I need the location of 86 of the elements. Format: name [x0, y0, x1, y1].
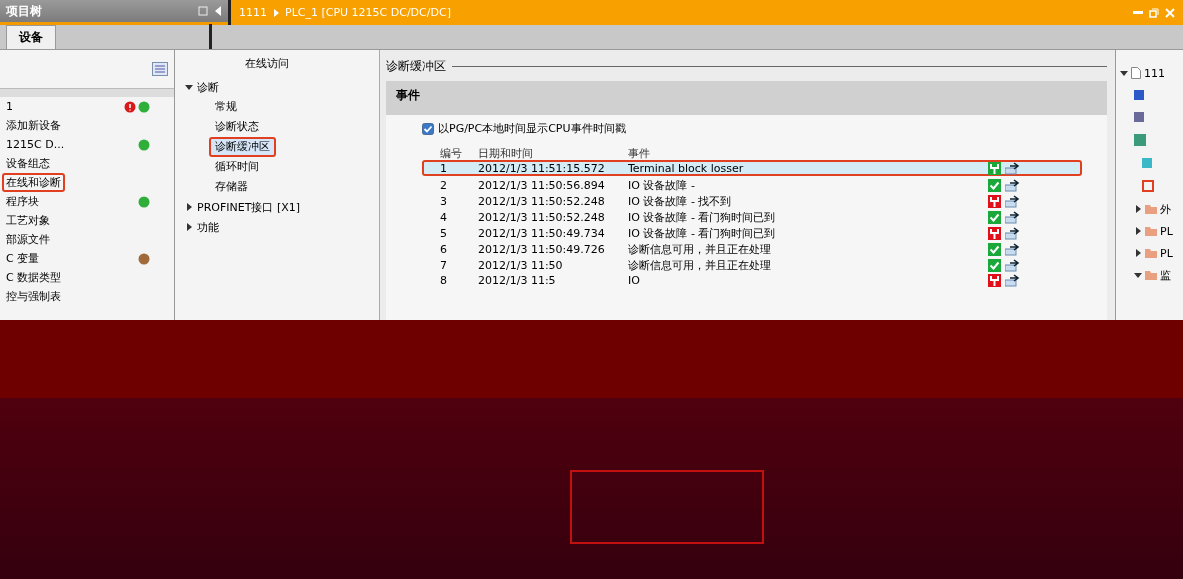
table-cell-text: 6: [440, 243, 448, 256]
tree-item[interactable]: C 数据类型: [2, 268, 66, 287]
minimize-icon: [1133, 11, 1143, 14]
collapse-icon: [214, 6, 222, 16]
arrow-icon: [1005, 162, 1021, 175]
table-cell-text: 诊断信息可用，并且正在处理: [628, 242, 772, 257]
table-cell-text: 2012/1/3 11:50: [478, 259, 564, 272]
nav-item[interactable]: 诊断状态: [209, 117, 265, 137]
chevron-right-icon: [273, 8, 279, 17]
event-row[interactable]: 1 2012/1/3 11:51:15.572 Terminal block losser: [422, 160, 1082, 176]
table-cell-text: 8: [440, 274, 448, 287]
table-cell-text: 2012/1/3 11:50:52.248: [478, 211, 606, 224]
table-cell-text: 诊断信息可用，并且正在处理: [628, 258, 772, 273]
checkbox-label: 以PG/PC本地时间显示CPU事件时间戳: [438, 121, 626, 136]
tree-item[interactable]: 设备组态: [2, 154, 54, 173]
folder-icon: [1145, 204, 1157, 214]
tree-item[interactable]: 外: [1160, 201, 1171, 217]
tree-item[interactable]: 1: [2, 97, 17, 116]
tree-item[interactable]: C 变量: [2, 249, 44, 268]
column-header: 日期和时间: [478, 146, 534, 161]
tree-item[interactable]: 在线和诊断: [2, 173, 65, 192]
arrow-icon: [1005, 179, 1021, 192]
document-icon: [1131, 67, 1141, 79]
folder-icon: [1145, 226, 1157, 236]
tree-item[interactable]: 工艺对象: [2, 211, 54, 230]
table-cell-text: 2012/1/3 11:51:15.572: [478, 162, 606, 175]
pin-icon: [198, 6, 208, 16]
table-cell-text: IO 设备故障 -: [628, 178, 696, 193]
table-cell-text: 1: [440, 162, 448, 175]
table-cell-text: 2012/1/3 11:50:49.734: [478, 227, 606, 240]
event-row[interactable]: 6 2012/1/3 11:50:49.726 诊断信息可用，并且正在处理: [422, 240, 1082, 256]
nav-item[interactable]: 存储器: [209, 177, 254, 197]
table-cell-text: Terminal block losser: [628, 162, 745, 175]
column-header: 编号: [440, 146, 463, 161]
arrow-icon: [1005, 195, 1021, 208]
table-cell-text: 2012/1/3 11:5: [478, 274, 557, 287]
event-row[interactable]: 3 2012/1/3 11:50:52.248 IO 设备故障 - 找不到: [422, 192, 1082, 208]
table-cell-text: IO: [628, 274, 641, 287]
arrow-icon: [1005, 274, 1021, 287]
event-row[interactable]: 5 2012/1/3 11:50:49.734 IO 设备故障 - 看门狗时间已到: [422, 224, 1082, 240]
column-header: 事件: [628, 146, 651, 161]
event-row[interactable]: 2 2012/1/3 11:50:56.894 IO 设备故障 -: [422, 176, 1082, 192]
table-cell-text: 2012/1/3 11:50:56.894: [478, 179, 606, 192]
restore-icon: [1149, 7, 1159, 18]
table-cell-text: 2012/1/3 11:50:49.726: [478, 243, 606, 256]
nav-item[interactable]: 诊断缓冲区: [209, 137, 276, 157]
table-cell-text: 7: [440, 259, 448, 272]
tree-item[interactable]: 111: [1144, 66, 1165, 80]
nav-item[interactable]: 常规: [209, 97, 243, 117]
nav-item[interactable]: 循环时间: [209, 157, 265, 177]
view-icon: [152, 62, 168, 76]
close-icon: [1165, 7, 1175, 18]
event-row[interactable]: 4 2012/1/3 11:50:52.248 IO 设备故障 - 看门狗时间已到: [422, 208, 1082, 224]
folder-icon: [1145, 248, 1157, 258]
arrow-icon: [1005, 259, 1021, 272]
nav-group[interactable]: PROFINET接口 [X1]: [197, 199, 301, 215]
tree-item[interactable]: 1215C D...: [2, 135, 69, 154]
nav-group[interactable]: 功能: [197, 219, 219, 235]
table-cell-text: 5: [440, 227, 448, 240]
tree-item[interactable]: 部源文件: [2, 230, 54, 249]
tree-item[interactable]: 监: [1160, 267, 1171, 283]
arrow-icon: [1005, 227, 1021, 240]
table-cell-text: 4: [440, 211, 448, 224]
nav-title: 在线访问: [245, 56, 290, 71]
checkbox[interactable]: [422, 122, 434, 135]
panel-title: 项目树: [6, 2, 43, 20]
tree-item[interactable]: PL: [1160, 246, 1173, 260]
table-cell-text: IO 设备故障 - 看门狗时间已到: [628, 210, 777, 225]
table-cell-text: 2012/1/3 11:50:52.248: [478, 195, 606, 208]
table-cell-text: IO 设备故障 - 看门狗时间已到: [628, 226, 777, 241]
tree-item[interactable]: PL: [1160, 224, 1173, 238]
event-row[interactable]: 8 2012/1/3 11:5 IO: [422, 272, 1082, 288]
arrow-icon: [1005, 243, 1021, 256]
arrow-icon: [1005, 211, 1021, 224]
tree-item[interactable]: 控与强制表: [2, 287, 65, 306]
folder-icon: [1145, 270, 1157, 280]
tree-item[interactable]: 添加新设备: [2, 116, 65, 135]
tree-item[interactable]: 程序块: [2, 192, 43, 211]
table-cell-text: 3: [440, 195, 448, 208]
section-heading: 诊断缓冲区: [386, 58, 446, 75]
devices-tab[interactable]: 设备: [6, 25, 56, 49]
nav-group[interactable]: 诊断: [197, 79, 219, 95]
table-cell-text: IO 设备故障 - 找不到: [628, 194, 733, 209]
event-row[interactable]: 7 2012/1/3 11:50 诊断信息可用，并且正在处理: [422, 256, 1082, 272]
section-header: 事件: [386, 81, 1107, 115]
table-cell-text: 2: [440, 179, 448, 192]
